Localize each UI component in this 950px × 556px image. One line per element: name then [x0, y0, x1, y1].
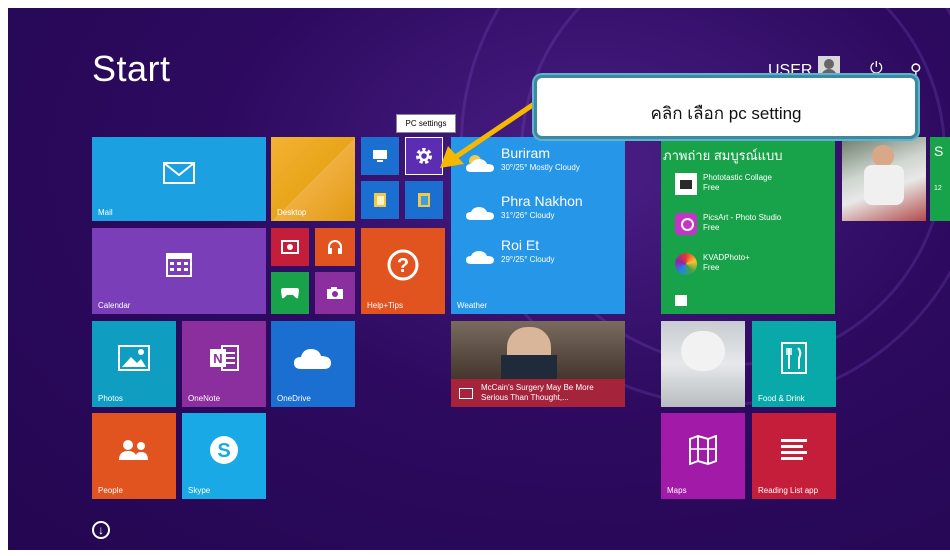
store-item-name: PicsArt - Photo Studio	[703, 213, 782, 222]
svg-text:?: ?	[397, 255, 409, 277]
skype-icon: S	[210, 436, 238, 464]
tile-music[interactable]	[315, 228, 355, 266]
tile-label: Desktop	[277, 208, 307, 217]
store-bag-icon	[675, 295, 687, 306]
tile-games[interactable]	[271, 272, 309, 314]
news-icon	[459, 388, 473, 399]
camera-icon	[327, 287, 343, 299]
health-photo	[681, 331, 725, 371]
tile-skype[interactable]: S Skype	[182, 413, 266, 499]
tile-label: People	[98, 486, 123, 495]
start-screen: Start USER ⏻ ⚲ Mail Calendar Photos N On…	[0, 0, 950, 556]
svg-text:N: N	[213, 351, 222, 366]
document-folder-icon	[418, 193, 430, 207]
tile-help-tips[interactable]: ? Help+Tips	[361, 228, 445, 314]
onedrive-icon	[294, 349, 331, 369]
tile-label: Weather	[457, 301, 488, 310]
edge-tile-letter: S	[934, 143, 944, 159]
tile-label: Reading List app	[758, 486, 819, 495]
tile-onedrive[interactable]: OneDrive	[271, 321, 355, 407]
onenote-icon: N	[210, 345, 239, 371]
store-item-name: KVADPhoto+	[703, 253, 750, 262]
tile-desktop[interactable]: Desktop	[271, 137, 355, 221]
tile-onenote[interactable]: N OneNote	[182, 321, 266, 407]
tile-reading-list[interactable]: Reading List app	[752, 413, 836, 499]
people-icon	[119, 440, 148, 460]
store-item-name: Phototastic Collage	[703, 173, 772, 182]
tile-label: OneDrive	[277, 394, 311, 403]
tile-label: OneNote	[188, 394, 221, 403]
store-item[interactable]: PicsArt - Photo Studio Free	[675, 211, 831, 241]
store-item-price: Free	[703, 263, 720, 272]
tile-people[interactable]: People	[92, 413, 176, 499]
news-caption: McCain's Surgery May Be More Serious Tha…	[451, 379, 625, 407]
tile-this-pc[interactable]	[361, 137, 399, 175]
computer-icon	[373, 150, 387, 162]
picsart-icon	[675, 213, 697, 235]
store-item[interactable]: KVADPhoto+ Free	[675, 251, 831, 281]
tile-store[interactable]: ภาพถ่าย สมบูรณ์แบบ Phototastic Collage F…	[661, 137, 835, 314]
scroll-down-icon[interactable]: ↓	[92, 521, 110, 539]
tile-label: Help+Tips	[367, 301, 403, 310]
folder-icon	[374, 193, 386, 207]
frame-edge	[0, 0, 950, 8]
tile-health[interactable]	[661, 321, 745, 407]
callout-text: คลิก เลือก pc setting	[650, 104, 802, 123]
tile-label: Maps	[667, 486, 687, 495]
frame-edge	[0, 550, 950, 556]
cloudy-icon	[466, 251, 494, 264]
gamepad-icon	[281, 288, 299, 299]
food-drink-icon	[781, 342, 807, 374]
tile-label: Calendar	[98, 301, 131, 310]
maps-icon	[689, 435, 717, 465]
weather-city: Roi Et	[501, 237, 540, 253]
kvadphoto-icon	[675, 253, 697, 275]
tile-sports[interactable]	[842, 137, 926, 221]
store-item[interactable]: Phototastic Collage Free	[675, 171, 831, 201]
tile-label: Skype	[188, 486, 211, 495]
edge-tile-text: 12	[934, 185, 942, 192]
page-title: Start	[92, 48, 171, 89]
photos-icon	[118, 345, 150, 371]
tile-camera[interactable]	[315, 272, 355, 314]
sports-photo	[872, 145, 894, 167]
tile-photos[interactable]: Photos	[92, 321, 176, 407]
headphones-icon	[328, 240, 342, 254]
weather-city: Phra Nakhon	[501, 193, 583, 209]
calendar-icon	[166, 253, 192, 277]
tile-label: Food & Drink	[758, 394, 805, 403]
camera-app-icon	[675, 173, 697, 195]
cloudy-icon	[466, 207, 494, 220]
reading-list-icon	[781, 439, 807, 460]
tile-maps[interactable]: Maps	[661, 413, 745, 499]
weather-condition: 31°/26° Cloudy	[501, 211, 555, 220]
tile-label: Photos	[98, 394, 123, 403]
weather-condition: 29°/25° Cloudy	[501, 255, 555, 264]
news-headline: McCain's Surgery May Be More Serious Tha…	[481, 383, 594, 402]
store-heading: ภาพถ่าย สมบูรณ์แบบ	[663, 148, 783, 163]
tile-file-explorer[interactable]	[361, 181, 399, 219]
store-item-price: Free	[703, 183, 720, 192]
store-item-price: Free	[703, 223, 720, 232]
tile-food-drink[interactable]: Food & Drink	[752, 321, 836, 407]
help-icon: ?	[387, 249, 419, 281]
tile-edge-partial[interactable]: S 12	[930, 137, 950, 221]
weather-row: Roi Et 29°/25° Cloudy	[451, 237, 625, 289]
tile-video[interactable]	[271, 228, 309, 266]
frame-edge	[0, 0, 8, 556]
video-icon	[281, 240, 299, 254]
annotation-callout: คลิก เลือก pc setting	[534, 75, 918, 139]
mail-icon	[163, 162, 195, 184]
tile-mail[interactable]: Mail	[92, 137, 266, 221]
tile-documents[interactable]	[405, 181, 443, 219]
tile-calendar[interactable]: Calendar	[92, 228, 266, 314]
sports-photo-jersey	[864, 165, 904, 205]
svg-text:S: S	[217, 440, 230, 462]
tile-label: Mail	[98, 208, 113, 217]
tile-news[interactable]: McCain's Surgery May Be More Serious Tha…	[451, 321, 625, 407]
